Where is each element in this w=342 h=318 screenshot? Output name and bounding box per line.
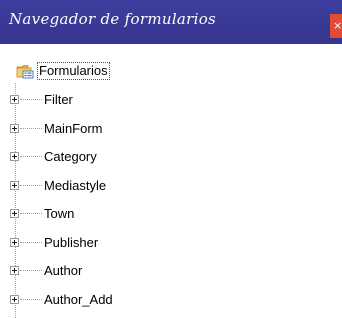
tree-item-mediastyle[interactable]: Mediastyle	[10, 175, 106, 195]
tree-item-label: MainForm	[44, 120, 103, 136]
window-title: Navegador de formularios	[9, 10, 217, 28]
tree-root-label: Formularios	[37, 62, 110, 80]
tree-item-author[interactable]: Author	[10, 260, 82, 280]
tree-item-label: Category	[44, 148, 97, 164]
tree-item-label: Author_Add	[44, 291, 113, 307]
tree-item-filter[interactable]: Filter	[10, 89, 73, 109]
expand-plus-icon[interactable]	[10, 237, 19, 247]
expand-plus-icon[interactable]	[10, 94, 19, 104]
tree-connector	[20, 241, 42, 243]
tree-item-town[interactable]: Town	[10, 203, 74, 223]
tree-item-label: Filter	[44, 91, 73, 107]
expand-plus-icon[interactable]	[10, 151, 19, 161]
tree-connector	[20, 127, 42, 129]
tree-connector	[20, 269, 42, 271]
tree-connector	[20, 212, 42, 214]
expand-plus-icon[interactable]	[10, 265, 19, 275]
tree-item-category[interactable]: Category	[10, 146, 97, 166]
tree-connector	[20, 155, 42, 157]
tree-connector	[20, 98, 42, 100]
tree-item-label: Publisher	[44, 234, 99, 250]
tree-connector	[20, 298, 42, 300]
tree-root-formularios[interactable]: Formularios	[16, 61, 110, 81]
forms-folder-icon	[16, 63, 34, 79]
tree-item-publisher[interactable]: Publisher	[10, 232, 98, 252]
expand-plus-icon[interactable]	[10, 294, 19, 304]
tree-item-label: Author	[44, 262, 83, 278]
tree-connector	[20, 184, 42, 186]
close-button[interactable]: ×	[330, 14, 342, 38]
form-navigator-window: Navegador de formularios × Formularios F…	[0, 0, 342, 318]
expand-plus-icon[interactable]	[10, 123, 19, 133]
tree-item-author-add[interactable]: Author_Add	[10, 289, 113, 309]
tree-item-label: Mediastyle	[44, 177, 107, 193]
title-bar[interactable]: Navegador de formularios ×	[0, 0, 342, 44]
tree-item-mainform[interactable]: MainForm	[10, 118, 103, 138]
expand-plus-icon[interactable]	[10, 208, 19, 218]
expand-plus-icon[interactable]	[10, 180, 19, 190]
tree-item-label: Town	[44, 205, 75, 221]
